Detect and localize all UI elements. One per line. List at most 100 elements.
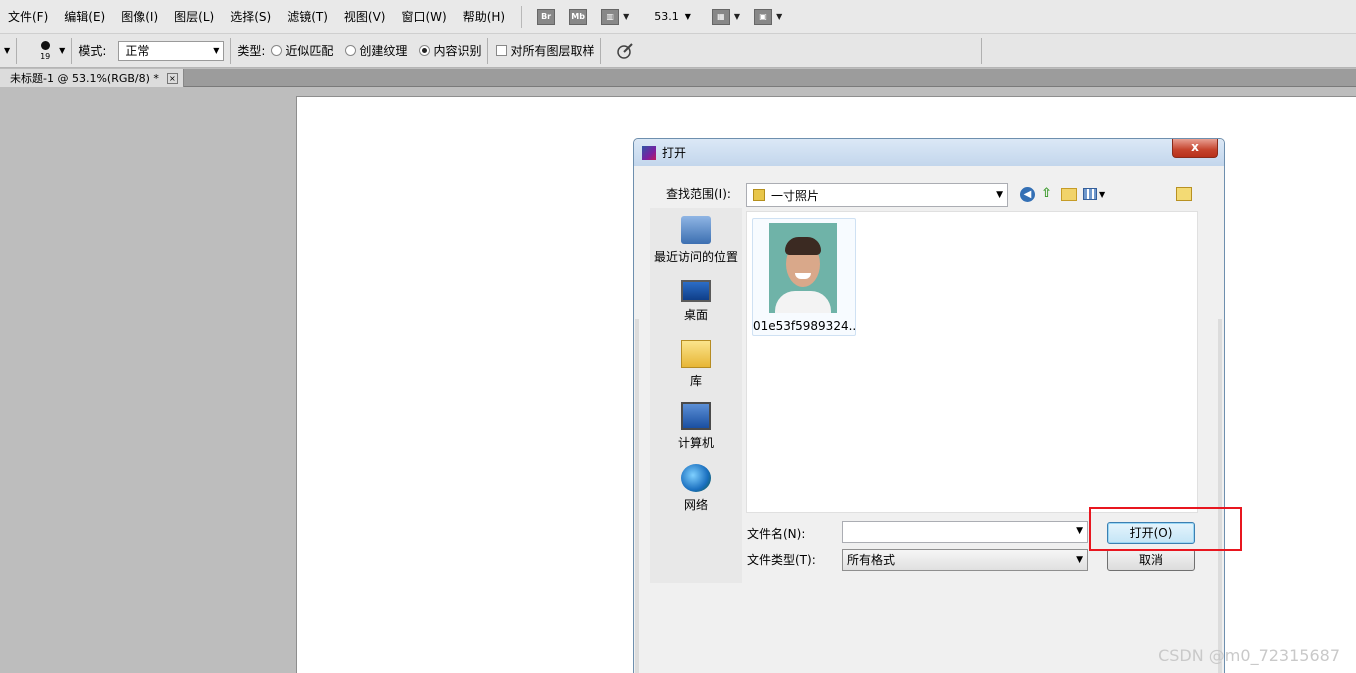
menu-edit[interactable]: 编辑(E): [56, 0, 113, 34]
filename-combo[interactable]: ▼: [842, 521, 1088, 543]
place-library[interactable]: 库: [650, 340, 742, 389]
recent-places-icon: [681, 216, 711, 244]
place-computer[interactable]: 计算机: [650, 402, 742, 451]
radio-label: 创建纹理: [359, 44, 408, 58]
thumbnail-hair: [785, 237, 821, 255]
dialog-title-bar[interactable]: 打开 x: [634, 139, 1224, 166]
chevron-down-icon: ▼: [1076, 526, 1083, 536]
views-menu-icon[interactable]: [1083, 188, 1097, 200]
menu-window[interactable]: 窗口(W): [393, 0, 454, 34]
bridge-icon: Br: [537, 8, 556, 25]
mini-bridge-button[interactable]: Mb: [569, 8, 588, 26]
dialog-title: 打开: [662, 146, 687, 160]
computer-icon: [681, 402, 711, 430]
library-icon: [681, 340, 711, 368]
chevron-down-icon: ▼: [623, 12, 630, 21]
menu-layer[interactable]: 图层(L): [166, 0, 222, 34]
look-in-value: 一寸照片: [771, 188, 820, 203]
options-separator: [71, 37, 73, 64]
checkbox-box: [496, 45, 508, 56]
zoom-level[interactable]: 53.1: [654, 10, 679, 23]
radio-create-texture[interactable]: 创建纹理: [345, 42, 407, 59]
place-recent[interactable]: 最近访问的位置: [650, 216, 742, 265]
desktop-icon: [681, 280, 711, 302]
document-tab[interactable]: 未标题-1 @ 53.1%(RGB/8) * ×: [0, 69, 184, 87]
open-button-highlight: [1089, 507, 1242, 551]
menu-separator: [521, 5, 523, 28]
type-label: 类型:: [237, 44, 266, 58]
bridge-button[interactable]: Br: [537, 8, 556, 26]
filetype-label: 文件类型(T):: [747, 553, 816, 567]
brush-chevron-icon[interactable]: ▼: [59, 46, 65, 55]
chevron-down-icon: ▼: [996, 190, 1003, 200]
menu-filter[interactable]: 滤镜(T): [279, 0, 336, 34]
folder-icon: [753, 189, 765, 201]
cancel-button[interactable]: 取消: [1107, 549, 1195, 571]
menu-image[interactable]: 图像(I): [113, 0, 166, 34]
pressure-brush-icon[interactable]: [615, 41, 635, 61]
look-in-label: 查找范围(I):: [666, 187, 731, 201]
thumbnail-shirt: [775, 291, 831, 313]
chevron-down-icon: ▼: [733, 12, 741, 21]
screen-mode-button[interactable]: ▣ ▼: [754, 8, 782, 26]
checkbox-label: 对所有图层取样: [510, 44, 595, 58]
network-icon: [681, 464, 711, 492]
place-network[interactable]: 网络: [650, 464, 742, 513]
up-folder-icon[interactable]: ⇧: [1041, 186, 1055, 202]
close-tab-icon[interactable]: ×: [166, 72, 178, 84]
radio-proximity-match[interactable]: 近似匹配: [271, 42, 333, 59]
sample-all-layers-checkbox[interactable]: 对所有图层取样: [496, 42, 594, 59]
file-name: 01e53f5989324...: [753, 319, 857, 333]
mini-bridge-icon: Mb: [569, 8, 588, 25]
options-bar: ▼ 19 ▼ 模式: 正常 ▼ 类型: 近似匹配 创建纹理 内容识别 对所有图层…: [0, 34, 1356, 68]
film-icon: ▥: [601, 8, 620, 25]
place-label: 库: [689, 374, 702, 388]
radio-label: 内容识别: [433, 44, 482, 58]
look-in-combo[interactable]: 一寸照片 ▼: [746, 183, 1008, 207]
photoshop-app-icon: [642, 145, 656, 160]
back-icon[interactable]: ◀: [1020, 186, 1035, 202]
chevron-down-icon: ▼: [776, 12, 783, 21]
new-folder-icon[interactable]: [1061, 187, 1077, 201]
file-list[interactable]: 01e53f5989324...: [746, 211, 1198, 513]
watermark: CSDN @m0_72315687: [1158, 646, 1340, 665]
filetype-select[interactable]: 所有格式 ▼: [842, 549, 1088, 571]
filename-label: 文件名(N):: [747, 527, 806, 541]
mode-select[interactable]: 正常 ▼: [118, 40, 225, 61]
mode-value: 正常: [125, 44, 150, 58]
view-extras-button[interactable]: ▥ ▼: [601, 8, 629, 26]
right-scroll-edge: [1218, 319, 1222, 673]
arrange-documents-button[interactable]: ▦ ▼: [711, 8, 741, 26]
tool-preset-chevron-icon[interactable]: ▼: [4, 46, 10, 55]
menu-view[interactable]: 视图(V): [336, 0, 394, 34]
place-desktop[interactable]: 桌面: [650, 280, 742, 323]
place-label: 计算机: [677, 436, 714, 450]
photo-thumbnail: [769, 223, 837, 313]
radio-circle: [271, 45, 283, 56]
menu-file[interactable]: 文件(F): [0, 0, 56, 34]
chevron-down-icon[interactable]: ▼: [1099, 190, 1105, 199]
close-button[interactable]: x: [1172, 139, 1218, 158]
mode-label: 模式:: [78, 44, 107, 58]
file-item[interactable]: 01e53f5989324...: [752, 218, 857, 336]
menu-help[interactable]: 帮助(H): [455, 0, 513, 34]
options-separator: [230, 37, 232, 64]
menu-select[interactable]: 选择(S): [222, 0, 279, 34]
chevron-down-icon: ▼: [1076, 555, 1083, 565]
dialog-toolbar: ◀ ⇧ ▼: [1020, 186, 1111, 202]
chevron-down-icon: ▼: [213, 46, 220, 55]
radio-circle-selected: [419, 45, 431, 56]
brush-picker[interactable]: 19: [33, 40, 57, 61]
places-bar: 最近访问的位置 桌面 库 计算机 网络: [650, 208, 742, 583]
favorite-folder-icon[interactable]: [1176, 187, 1192, 201]
left-scroll-edge: [635, 319, 639, 673]
arrange-icon: ▦: [711, 8, 730, 25]
brush-size: 19: [40, 51, 51, 61]
place-label: 桌面: [683, 308, 708, 322]
zoom-chevron-down-icon[interactable]: ▼: [685, 12, 691, 21]
filetype-value: 所有格式: [847, 553, 896, 567]
radio-content-aware[interactable]: 内容识别: [419, 42, 481, 59]
document-tab-bar: 未标题-1 @ 53.1%(RGB/8) * ×: [0, 69, 1356, 87]
radio-label: 近似匹配: [285, 44, 334, 58]
options-separator: [487, 37, 489, 64]
